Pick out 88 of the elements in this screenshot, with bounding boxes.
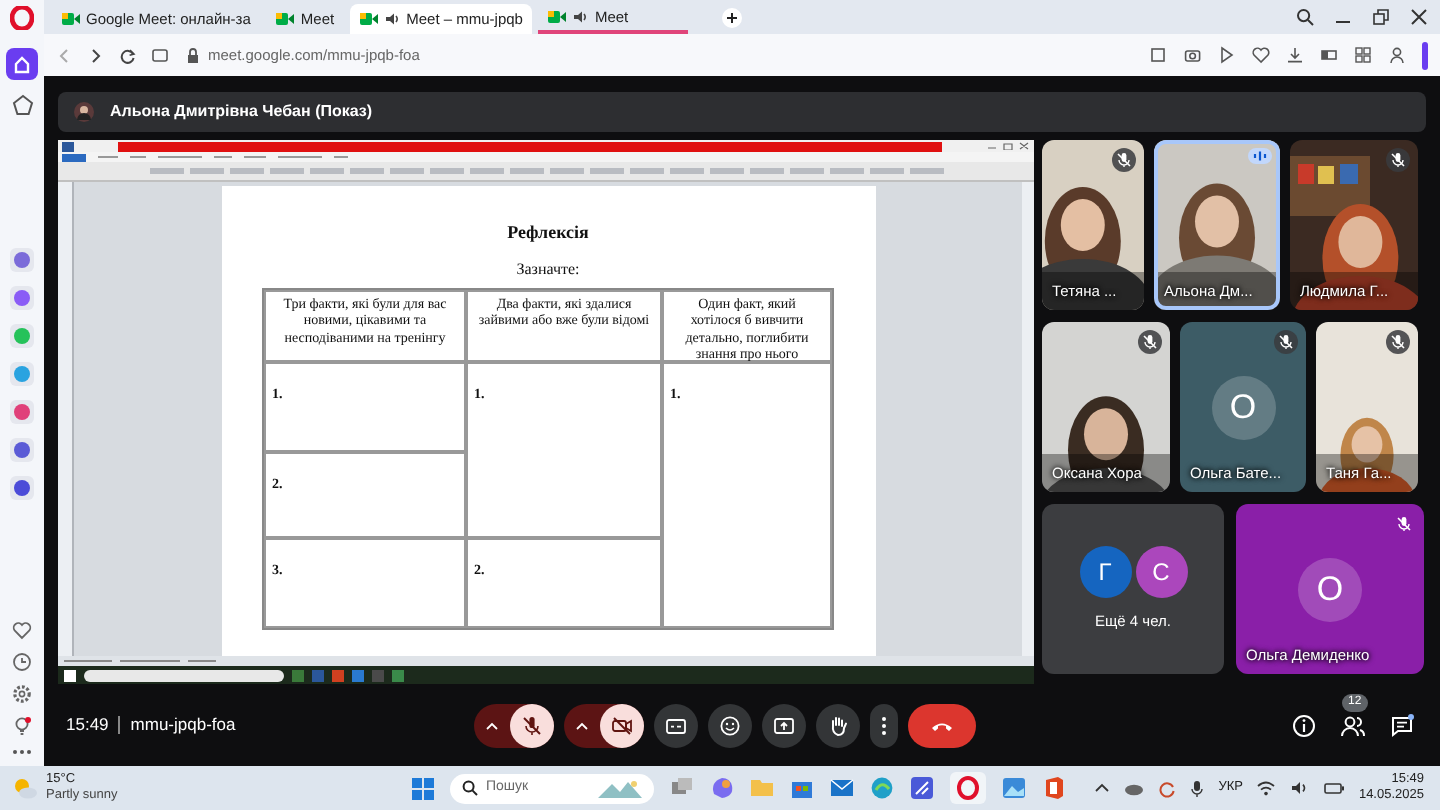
photos-icon[interactable] xyxy=(1002,776,1026,800)
app-icon[interactable] xyxy=(10,438,34,462)
bulb-icon[interactable] xyxy=(12,716,32,736)
app-icon[interactable] xyxy=(10,476,34,500)
avatar: О xyxy=(1298,557,1362,621)
lock-icon xyxy=(186,47,200,63)
meeting-code: mmu-jpqb-foa xyxy=(130,712,236,738)
search-icon[interactable] xyxy=(1296,8,1314,26)
avatar: С xyxy=(1135,545,1187,598)
avatar-icon xyxy=(74,102,94,122)
more-options-button[interactable] xyxy=(870,703,898,747)
speaker-icon[interactable] xyxy=(572,10,589,24)
copilot-icon[interactable] xyxy=(710,776,734,800)
sync-icon[interactable] xyxy=(1158,779,1177,797)
opera-icon[interactable] xyxy=(956,776,980,800)
caret-icon xyxy=(486,721,498,729)
profile-icon[interactable] xyxy=(1388,46,1406,64)
document-title: Рефлексія xyxy=(507,220,589,246)
meet-icon xyxy=(360,12,379,26)
caret-icon xyxy=(576,721,588,729)
microphone-off-icon xyxy=(520,713,544,737)
pentagon-icon[interactable] xyxy=(11,94,33,116)
page-icon[interactable] xyxy=(152,47,170,63)
presenter-name: Альона Дмитрівна Чебан (Показ) xyxy=(110,100,373,124)
extensions-icon[interactable] xyxy=(1354,46,1372,64)
task-view-icon[interactable] xyxy=(670,776,694,800)
word-icon xyxy=(62,141,74,151)
battery-icon[interactable] xyxy=(1324,780,1345,796)
restore-icon[interactable] xyxy=(1372,8,1390,26)
window-controls-icon xyxy=(986,142,1030,150)
captions-button[interactable] xyxy=(654,703,698,747)
scroll-indicator xyxy=(1422,41,1428,69)
camera-off-icon xyxy=(610,713,634,737)
edit-icon[interactable] xyxy=(1150,46,1168,64)
meet-icon xyxy=(276,12,295,26)
battery-icon[interactable] xyxy=(1320,46,1338,64)
opera-logo-icon[interactable] xyxy=(10,6,34,30)
app-icon[interactable] xyxy=(910,776,934,800)
captions-icon xyxy=(664,713,688,737)
store-icon[interactable] xyxy=(790,776,814,800)
landscape-icon xyxy=(598,778,642,798)
heart-icon[interactable] xyxy=(12,620,32,640)
document-subtitle: Зазначте: xyxy=(516,257,580,281)
start-icon[interactable] xyxy=(412,777,434,799)
wifi-icon[interactable] xyxy=(1256,780,1277,796)
more-icon[interactable] xyxy=(12,748,32,756)
weather-icon xyxy=(12,776,38,800)
forward-icon[interactable] xyxy=(88,47,104,63)
people-icon[interactable] xyxy=(1340,713,1366,737)
avatar: О xyxy=(1211,375,1275,439)
raise-hand-button[interactable] xyxy=(816,703,860,747)
instagram-icon[interactable] xyxy=(10,400,34,424)
clock-icon[interactable] xyxy=(12,652,32,672)
play-icon[interactable] xyxy=(1218,46,1236,64)
app-icon[interactable] xyxy=(10,248,34,272)
microphone-button[interactable] xyxy=(510,703,554,747)
meeting-time: 15:49 xyxy=(66,712,109,738)
mail-icon[interactable] xyxy=(830,776,854,800)
messenger-icon[interactable] xyxy=(10,286,34,310)
emoji-icon xyxy=(718,713,742,737)
volume-icon[interactable] xyxy=(1290,780,1311,796)
chevron-up-icon[interactable] xyxy=(1094,780,1111,796)
meet-icon xyxy=(548,10,567,24)
office-icon[interactable] xyxy=(1042,776,1066,800)
telegram-icon[interactable] xyxy=(10,362,34,386)
present-icon xyxy=(772,713,796,737)
close-icon[interactable] xyxy=(1410,8,1428,26)
present-button[interactable] xyxy=(762,703,806,747)
microphone-icon[interactable] xyxy=(1190,779,1205,797)
reload-icon[interactable] xyxy=(120,47,136,63)
home-icon xyxy=(12,54,32,74)
camera-button[interactable] xyxy=(600,703,644,747)
new-tab-icon[interactable] xyxy=(722,8,743,28)
settings-icon[interactable] xyxy=(12,684,32,704)
leave-call-button[interactable] xyxy=(908,703,976,747)
camera-icon[interactable] xyxy=(1184,46,1202,64)
reactions-button[interactable] xyxy=(708,703,752,747)
meet-icon xyxy=(62,12,80,26)
heart-icon[interactable] xyxy=(1252,46,1270,64)
search-icon xyxy=(462,780,478,796)
hand-icon xyxy=(826,713,850,737)
info-icon[interactable] xyxy=(1292,713,1316,737)
speaker-icon[interactable] xyxy=(384,12,401,26)
download-icon[interactable] xyxy=(1286,46,1304,64)
cloud-icon[interactable] xyxy=(1124,780,1145,796)
home-button[interactable] xyxy=(6,48,38,80)
chat-icon[interactable] xyxy=(1390,713,1414,737)
avatar: Г xyxy=(1079,545,1131,598)
